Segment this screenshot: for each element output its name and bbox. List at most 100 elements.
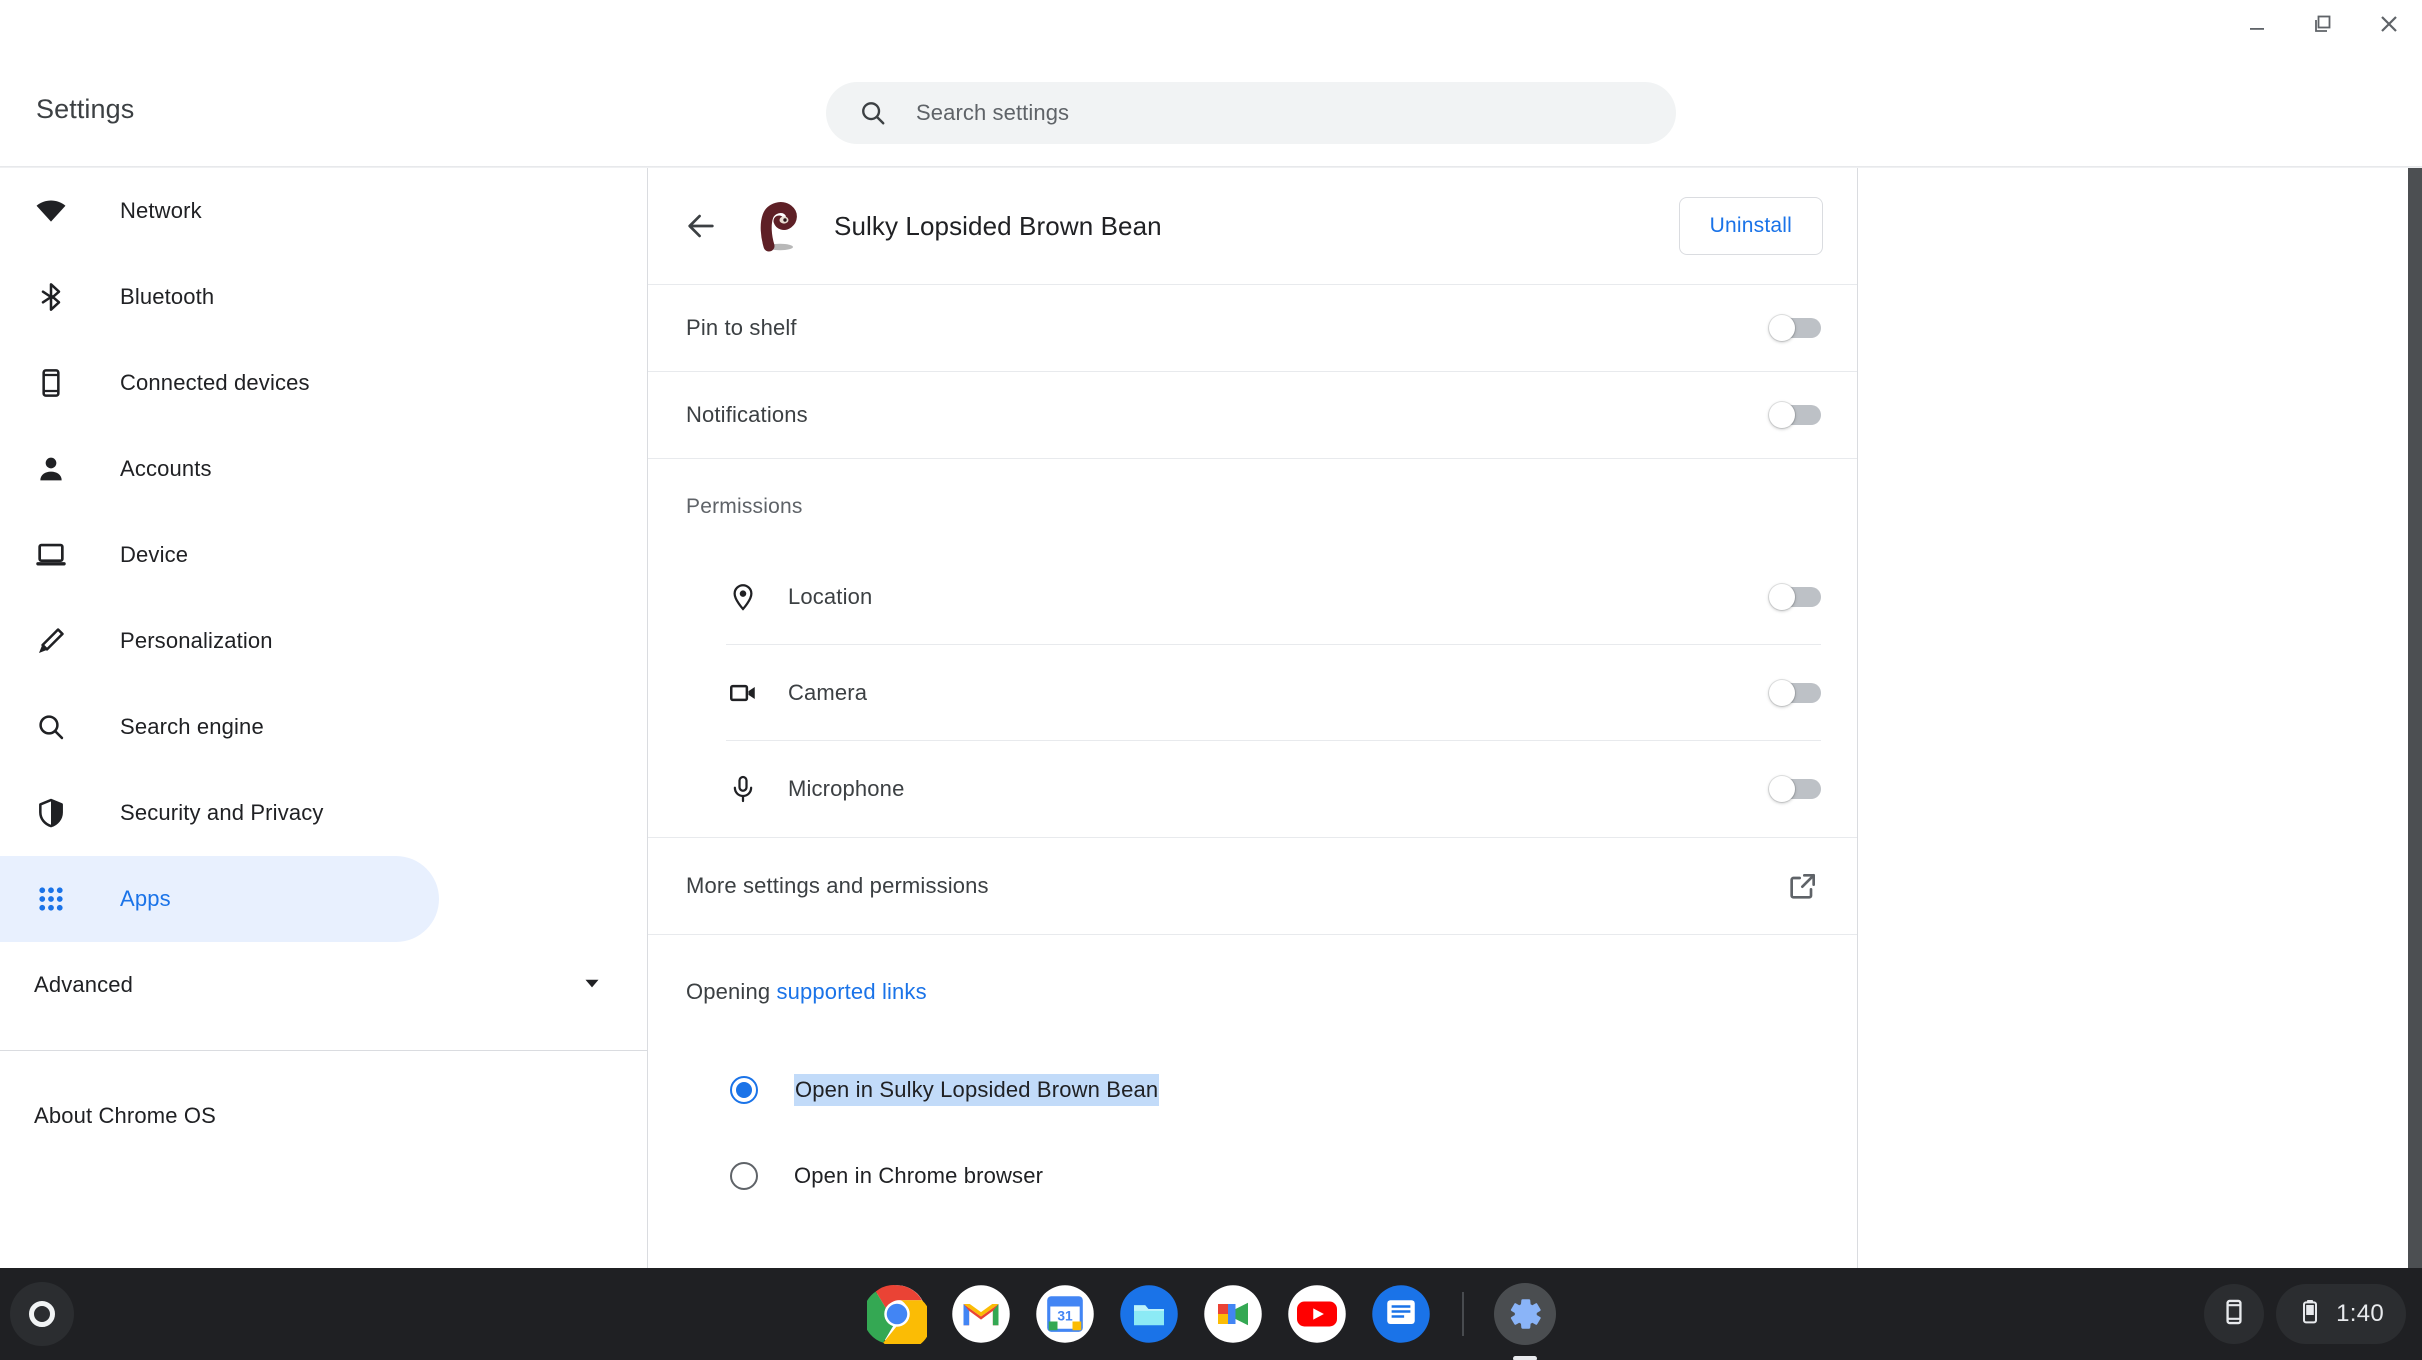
opening-supported-links-section: Opening supported links Open in Sulky Lo… (648, 935, 1857, 1219)
uninstall-button[interactable]: Uninstall (1678, 197, 1823, 255)
search-icon (30, 706, 72, 748)
launcher-circle-icon[interactable] (10, 1282, 74, 1346)
sidebar-item-bluetooth[interactable]: Bluetooth (0, 254, 439, 340)
shelf-item-google-meet[interactable] (1202, 1283, 1264, 1345)
shield-icon (30, 792, 72, 834)
radio-button-selected-icon[interactable] (726, 1072, 762, 1108)
sidebar-item-label: Network (120, 198, 202, 223)
sidebar-item-apps[interactable]: Apps (0, 856, 439, 942)
shelf-item-youtube[interactable] (1286, 1283, 1348, 1345)
shelf-item-chat[interactable] (1370, 1283, 1432, 1345)
phone-hub-button[interactable] (2204, 1284, 2265, 1344)
sidebar-item-label: Apps (120, 886, 171, 911)
sidebar-item-personalization[interactable]: Personalization (0, 598, 439, 684)
sidebar-item-label: Device (120, 542, 189, 567)
app-header-section: Sulky Lopsided Brown Bean Uninstall (648, 168, 1857, 285)
shelf-item-gmail[interactable] (950, 1283, 1012, 1345)
permission-label: Location (788, 583, 873, 609)
launcher-ring (29, 1301, 55, 1327)
restore-window-button[interactable] (2290, 2, 2356, 46)
more-settings-and-permissions-row[interactable]: More settings and permissions (648, 838, 1857, 934)
radio-label-open-in-app: Open in Sulky Lopsided Brown Bean (794, 1074, 1160, 1106)
sidebar-navigation: Network Bluetooth Connected devices Acco… (0, 168, 648, 1268)
pin-to-shelf-section: Pin to shelf (648, 285, 1857, 372)
system-tray: 1:40 (2204, 1284, 2406, 1344)
opening-links-heading: Opening supported links (648, 979, 1857, 1005)
chevron-down-icon (579, 970, 605, 1001)
window-right-edge (2408, 168, 2422, 1268)
permission-row-location[interactable]: Location (726, 549, 1821, 645)
notifications-toggle[interactable] (1769, 402, 1821, 428)
location-toggle[interactable] (1769, 583, 1821, 610)
phone-hub-icon (2220, 1298, 2248, 1331)
sidebar-item-label: Search engine (120, 714, 264, 739)
permissions-section: Permissions Location Camera Microphone (648, 459, 1857, 838)
pin-to-shelf-toggle[interactable] (1769, 315, 1821, 341)
notifications-row[interactable]: Notifications (648, 372, 1857, 458)
person-icon (30, 448, 72, 490)
shelf-separator (1462, 1292, 1464, 1336)
clock-label: 1:40 (2336, 1300, 2384, 1327)
sidebar-item-about-chrome-os[interactable]: About Chrome OS (0, 1073, 647, 1159)
app-name: Sulky Lopsided Brown Bean (834, 210, 1162, 241)
radio-row-open-in-chrome[interactable]: Open in Chrome browser (726, 1133, 1857, 1219)
shelf-item-calendar[interactable]: 31 (1034, 1283, 1096, 1345)
radio-dot (736, 1082, 752, 1098)
close-button[interactable] (2356, 2, 2422, 46)
sidebar-item-label: Accounts (120, 456, 212, 481)
permission-row-microphone[interactable]: Microphone (726, 741, 1821, 837)
window-title-bar (0, 0, 2422, 48)
external-link-icon (1785, 868, 1821, 904)
sidebar-item-connected-devices[interactable]: Connected devices (0, 340, 439, 426)
page-title: Settings (36, 94, 135, 124)
sidebar-item-label: Connected devices (120, 370, 310, 395)
permission-label: Camera (788, 679, 868, 705)
sidebar-item-accounts[interactable]: Accounts (0, 426, 439, 512)
toggle-knob (1769, 315, 1795, 341)
shelf-item-settings[interactable] (1494, 1283, 1556, 1360)
radio-button-unselected-icon[interactable] (726, 1158, 762, 1194)
minimize-button[interactable] (2224, 2, 2290, 46)
notifications-section: Notifications (648, 372, 1857, 459)
location-pin-icon (726, 580, 760, 614)
sidebar-item-device[interactable]: Device (0, 512, 439, 598)
radio-row-open-in-app[interactable]: Open in Sulky Lopsided Brown Bean (726, 1047, 1857, 1133)
phone-icon (30, 362, 72, 404)
camera-toggle[interactable] (1769, 679, 1821, 706)
chromeos-settings-window: Settings Search settings Network Bluetoo… (0, 0, 2422, 1360)
sidebar-item-network[interactable]: Network (0, 168, 439, 254)
shelf-app-list: 31 (866, 1268, 1556, 1360)
camera-icon (726, 676, 760, 710)
permission-label: Microphone (788, 776, 905, 801)
radio-label-open-in-chrome: Open in Chrome browser (794, 1163, 1044, 1188)
sidebar-item-search-engine[interactable]: Search engine (0, 684, 439, 770)
more-settings-section: More settings and permissions (648, 838, 1857, 935)
right-gutter (1859, 168, 2422, 1268)
radio-ring (730, 1076, 758, 1104)
permission-row-camera[interactable]: Camera (726, 645, 1821, 741)
arrow-back-icon[interactable] (670, 195, 732, 257)
sidebar-divider (0, 1050, 647, 1051)
laptop-icon (30, 534, 72, 576)
pin-to-shelf-label: Pin to shelf (686, 315, 797, 340)
toggle-knob (1769, 679, 1795, 706)
sidebar-advanced-toggle[interactable]: Advanced (0, 942, 647, 1028)
opening-prefix: Opening (686, 979, 771, 1004)
notifications-label: Notifications (686, 402, 808, 427)
search-input[interactable]: Search settings (826, 82, 1676, 144)
sidebar-item-security-and-privacy[interactable]: Security and Privacy (0, 770, 439, 856)
sidebar-advanced-label: Advanced (34, 972, 134, 997)
sidebar-item-label: Personalization (120, 628, 273, 653)
pin-to-shelf-row[interactable]: Pin to shelf (648, 285, 1857, 371)
permissions-list: Location Camera Microphone (648, 549, 1857, 837)
sidebar-item-label: Security and Privacy (120, 800, 324, 825)
shelf-active-indicator (1513, 1356, 1537, 1360)
battery-icon (2298, 1299, 2322, 1330)
shelf-item-chrome[interactable] (866, 1283, 928, 1345)
apps-grid-icon (30, 878, 72, 920)
supported-links-link[interactable]: supported links (777, 979, 927, 1004)
toggle-knob (1769, 776, 1795, 802)
status-area-button[interactable]: 1:40 (2276, 1284, 2406, 1344)
shelf-item-files[interactable] (1118, 1283, 1180, 1345)
microphone-toggle[interactable] (1769, 776, 1821, 802)
